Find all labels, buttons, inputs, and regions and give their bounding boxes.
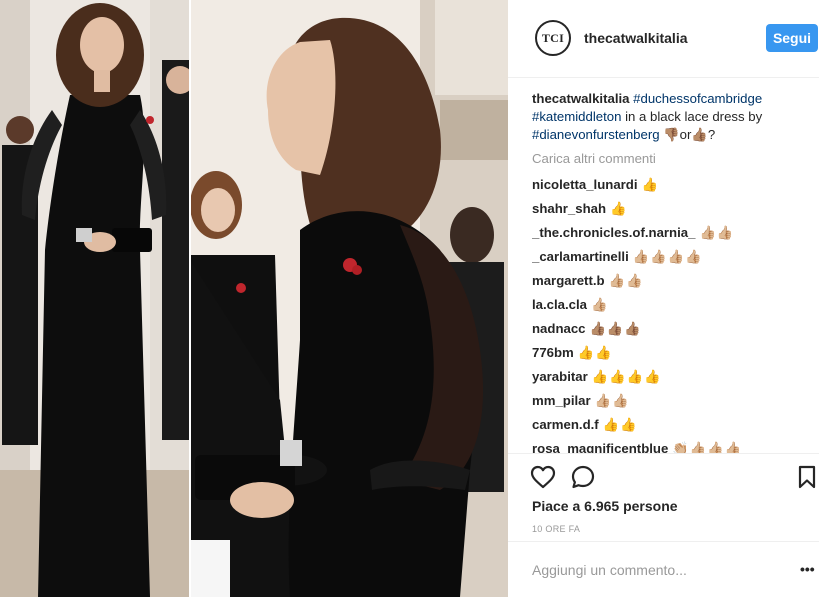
caption-text: or [679, 127, 692, 142]
caption-username[interactable]: thecatwalkitalia [532, 91, 629, 106]
comment-username[interactable]: carmen.d.f [532, 417, 599, 432]
comment: _the.chronicles.of.narnia_ 👍🏼👍🏼 [532, 221, 818, 245]
avatar-logo-text: TCI [541, 30, 565, 45]
comment-text: 👍 [641, 177, 659, 192]
comment-list: nicoletta_lunardi 👍 shahr_shah 👍 _the.chro… [532, 173, 818, 453]
avatar[interactable]: TCI [535, 20, 571, 56]
post-image[interactable] [0, 0, 508, 597]
comment-text: 👍🏼👍🏼 [608, 273, 644, 288]
comment-username[interactable]: 776bm [532, 345, 574, 360]
comment: margarett.b 👍🏼👍🏼 [532, 269, 818, 293]
post-header: TCI thecatwalkitalia Segui [508, 0, 819, 78]
hashtag-link[interactable]: #dianevonfurstenberg [532, 127, 660, 142]
likes-count[interactable]: Piace a 6.965 persone [532, 498, 678, 514]
comment-username[interactable]: margarett.b [532, 273, 605, 288]
comment-text: 👏🏼👍🏼👍🏼👍🏼 [672, 441, 742, 453]
post-side-panel: TCI thecatwalkitalia Segui thecatwalkita… [508, 0, 819, 597]
add-comment-bar: ••• [508, 541, 819, 597]
hashtag-link[interactable]: #katemiddleton [532, 109, 621, 124]
speech-bubble-icon[interactable] [568, 462, 598, 492]
comment-text: 👍🏼 [591, 297, 609, 312]
post-timestamp[interactable]: 10 ORE FA [532, 524, 580, 534]
comment: la.cla.cla 👍🏼 [532, 293, 818, 317]
comment-username[interactable]: yarabitar [532, 369, 588, 384]
comment-text: 👍👍 [577, 345, 613, 360]
comment: carmen.d.f 👍👍 [532, 413, 818, 437]
comment-username[interactable]: mm_pilar [532, 393, 591, 408]
comment-text: 👍👍👍👍 [591, 369, 662, 384]
comment-text: 👍🏽👍🏽👍🏽 [589, 321, 642, 336]
comment: shahr_shah 👍 [532, 197, 818, 221]
caption-text: ? [707, 127, 716, 142]
caption-text: in a black lace dress by [621, 109, 763, 124]
post-author-username[interactable]: thecatwalkitalia [584, 30, 688, 46]
comment-text: 👍👍 [602, 417, 638, 432]
comment: 776bm 👍👍 [532, 341, 818, 365]
comment-text: 👍🏼👍🏼👍🏼👍🏼 [632, 249, 703, 264]
comment: yarabitar 👍👍👍👍 [532, 365, 818, 389]
load-more-comments-link[interactable]: Carica altri commenti [532, 151, 818, 166]
comment-text: 👍🏼👍🏼 [699, 225, 735, 240]
comment: rosa_magnificentblue 👏🏼👍🏼👍🏼👍🏼 [532, 437, 818, 453]
comment-username[interactable]: nicoletta_lunardi [532, 177, 638, 192]
heart-outline-icon[interactable] [528, 462, 558, 492]
comment-username[interactable]: la.cla.cla [532, 297, 587, 312]
comment-username[interactable]: _the.chronicles.of.narnia_ [532, 225, 695, 240]
more-options-icon[interactable]: ••• [800, 562, 815, 576]
comment-text: 👍 [610, 201, 628, 216]
hashtag-link[interactable]: #duchessofcambridge [633, 91, 762, 106]
post-actions-bar: Piace a 6.965 persone 10 ORE FA [508, 453, 819, 541]
thumbs-down-emoji: 👎🏽 [663, 127, 680, 142]
post-photo-collage [0, 0, 508, 597]
comment: nicoletta_lunardi 👍 [532, 173, 818, 197]
follow-button[interactable]: Segui [766, 24, 818, 52]
thumbs-up-emoji: 👍🏽 [691, 127, 708, 142]
comments-section[interactable]: thecatwalkitalia #duchessofcambridge #ka… [532, 90, 818, 453]
comment: _carlamartinelli 👍🏼👍🏼👍🏼👍🏼 [532, 245, 818, 269]
comment: mm_pilar 👍🏼👍🏼 [532, 389, 818, 413]
add-comment-input[interactable] [532, 558, 772, 582]
comment-username[interactable]: shahr_shah [532, 201, 606, 216]
comment-text: 👍🏼👍🏼 [594, 393, 630, 408]
comment-username[interactable]: _carlamartinelli [532, 249, 629, 264]
post-caption: thecatwalkitalia #duchessofcambridge #ka… [532, 90, 818, 144]
bookmark-icon[interactable] [792, 462, 819, 492]
comment-username[interactable]: rosa_magnificentblue [532, 441, 668, 453]
comment-username[interactable]: nadnacc [532, 321, 586, 336]
comment: nadnacc 👍🏽👍🏽👍🏽 [532, 317, 818, 341]
